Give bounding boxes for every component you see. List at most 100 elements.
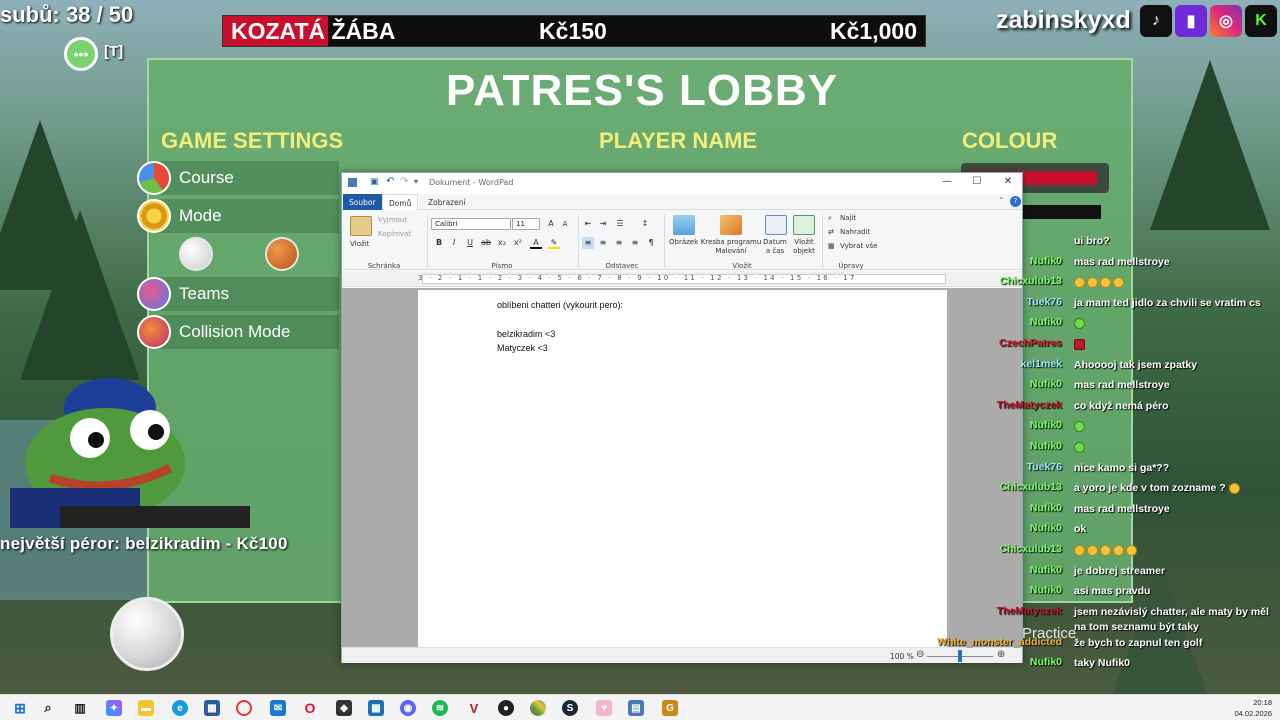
font-family-select[interactable]: Calibri [431,218,511,230]
chrome-icon[interactable] [530,700,546,716]
save-icon[interactable]: ▣ [370,177,379,187]
golf-ball-option[interactable] [179,237,213,271]
opera-icon[interactable]: O [302,700,318,716]
ruler[interactable]: 3 · 2 · 1 · 1 · 2 · 3 · 4 · 5 · 6 · 7 · … [342,271,1022,287]
tab-view[interactable]: Zobrazení [422,194,472,210]
help-icon[interactable]: ? [1010,196,1021,207]
chat-username[interactable]: Nufik0 [1030,378,1062,390]
windows-start-icon[interactable]: ⊞ [12,700,28,716]
document-page[interactable]: oblíbeni chatteri (vykourit pero): belzi… [418,290,947,648]
paste-icon[interactable] [350,216,372,236]
zoom-out-icon[interactable]: ⊖ [916,649,924,660]
maximize-button[interactable]: ☐ [962,176,992,187]
app-pink-icon[interactable]: ♥ [596,700,612,716]
insert-object-label[interactable]: Vložit objekt [790,238,818,256]
chat-username[interactable]: kel1mek [1021,358,1062,370]
store-icon[interactable]: ▦ [204,700,220,716]
grow-font-icon[interactable]: A [545,218,557,230]
chat-username[interactable]: Nufik0 [1030,522,1062,534]
find-label[interactable]: Najít [840,214,856,222]
copilot-icon[interactable]: ✦ [106,700,122,716]
chat-username[interactable]: Tuek76 [1027,296,1062,308]
setting-teams[interactable]: Teams [137,277,229,311]
select-all-icon[interactable]: ▦ [828,242,835,250]
replace-label[interactable]: Nahradit [840,228,870,236]
find-icon[interactable]: ⌕ [828,214,832,223]
underline-button[interactable]: U [464,237,476,249]
search-icon[interactable]: ⌕ [40,700,56,716]
app-record-icon[interactable]: ● [498,700,514,716]
setting-collision-mode[interactable]: Collision Mode [137,315,291,349]
date-time-label[interactable]: Datum a čas [762,238,788,256]
shrink-font-icon[interactable]: A [559,218,571,230]
close-button[interactable]: ✕ [993,176,1023,187]
picture-label[interactable]: Obrázek [669,238,698,246]
edge-icon[interactable]: e [172,700,188,716]
strikethrough-button[interactable]: ab [480,237,492,249]
chat-username[interactable]: Nufik0 [1030,316,1062,328]
opera-gx-icon[interactable] [236,700,252,716]
bold-button[interactable]: B [433,237,445,249]
discord-icon[interactable]: ◉ [400,700,416,716]
wordpad-taskbar-icon[interactable]: ▤ [628,700,644,716]
chat-username[interactable]: Nufik0 [1030,255,1062,267]
font-color-button[interactable]: A [530,237,542,249]
increase-indent-icon[interactable]: ⇥ [597,218,609,230]
setting-mode[interactable]: Mode [137,199,222,233]
tab-home[interactable]: Domů [382,194,419,210]
chat-username[interactable]: CzechPatres [999,337,1062,349]
minimize-button[interactable]: — [932,176,962,187]
quick-access-dropdown-icon[interactable]: ▾ [414,177,418,186]
spotify-icon[interactable]: ≋ [432,700,448,716]
chat-username[interactable]: Nufik0 [1030,419,1062,431]
system-clock[interactable]: 20:18 04.02.2026 [1226,697,1272,719]
redo-icon[interactable]: ↷ [400,176,408,187]
chat-username[interactable]: Chicxulub13 [1000,543,1062,555]
align-left-icon[interactable]: ≡ [582,237,594,249]
replace-icon[interactable]: ⇄ [828,228,834,236]
paint-drawing-icon[interactable] [720,215,742,235]
task-view-icon[interactable]: ▥ [72,700,88,716]
date-time-icon[interactable] [765,215,787,235]
undo-icon[interactable]: ↶ [386,176,394,187]
tab-file[interactable]: Soubor [343,194,382,210]
setting-course[interactable]: Course [137,161,234,195]
font-size-select[interactable]: 11 [512,218,540,230]
paragraph-icon[interactable]: ¶ [645,237,657,249]
calculator-icon[interactable]: ▦ [368,700,384,716]
app-golf-icon[interactable]: G [662,700,678,716]
file-explorer-icon[interactable]: ▬ [138,700,154,716]
insert-object-icon[interactable] [793,215,815,235]
chat-username[interactable]: Tuek76 [1027,461,1062,473]
chat-username[interactable]: Chicxulub13 [1000,275,1062,287]
cut-label[interactable]: Vyjmout [378,216,407,224]
mail-icon[interactable]: ✉ [270,700,286,716]
chat-username[interactable]: TheMatyczek [997,605,1062,617]
copy-label[interactable]: Kopírovat [378,230,411,238]
align-center-icon[interactable]: ≡ [597,237,609,249]
zoom-slider-handle[interactable] [958,650,962,662]
paint-drawing-label[interactable]: Kresba programu Malování [700,238,762,256]
chat-username[interactable]: Nufik0 [1030,564,1062,576]
superscript-button[interactable]: x² [512,237,524,249]
chat-username[interactable]: Chicxulub13 [1000,481,1062,493]
subscript-button[interactable]: x₂ [496,237,508,249]
chat-username[interactable]: Nufik0 [1030,440,1062,452]
chat-username[interactable]: Nufik0 [1030,584,1062,596]
justify-icon[interactable]: ≡ [629,237,641,249]
chat-username[interactable]: Nufik0 [1030,502,1062,514]
steam-icon[interactable]: S [562,700,578,716]
line-spacing-icon[interactable]: ↕ [639,218,651,230]
highlight-button[interactable]: ✎ [548,237,560,249]
italic-button[interactable]: I [448,237,460,249]
valorant-icon[interactable]: V [466,700,482,716]
collapse-ribbon-icon[interactable]: ⌃ [998,196,1005,205]
basketball-option[interactable] [265,237,299,271]
picture-icon[interactable] [673,215,695,235]
paste-label[interactable]: Vložit [350,240,369,248]
bullet-list-icon[interactable]: ☰ [614,218,626,230]
chat-username[interactable]: TheMatyczek [997,399,1062,411]
app-cube-icon[interactable]: ◆ [336,700,352,716]
align-right-icon[interactable]: ≡ [613,237,625,249]
decrease-indent-icon[interactable]: ⇤ [582,218,594,230]
